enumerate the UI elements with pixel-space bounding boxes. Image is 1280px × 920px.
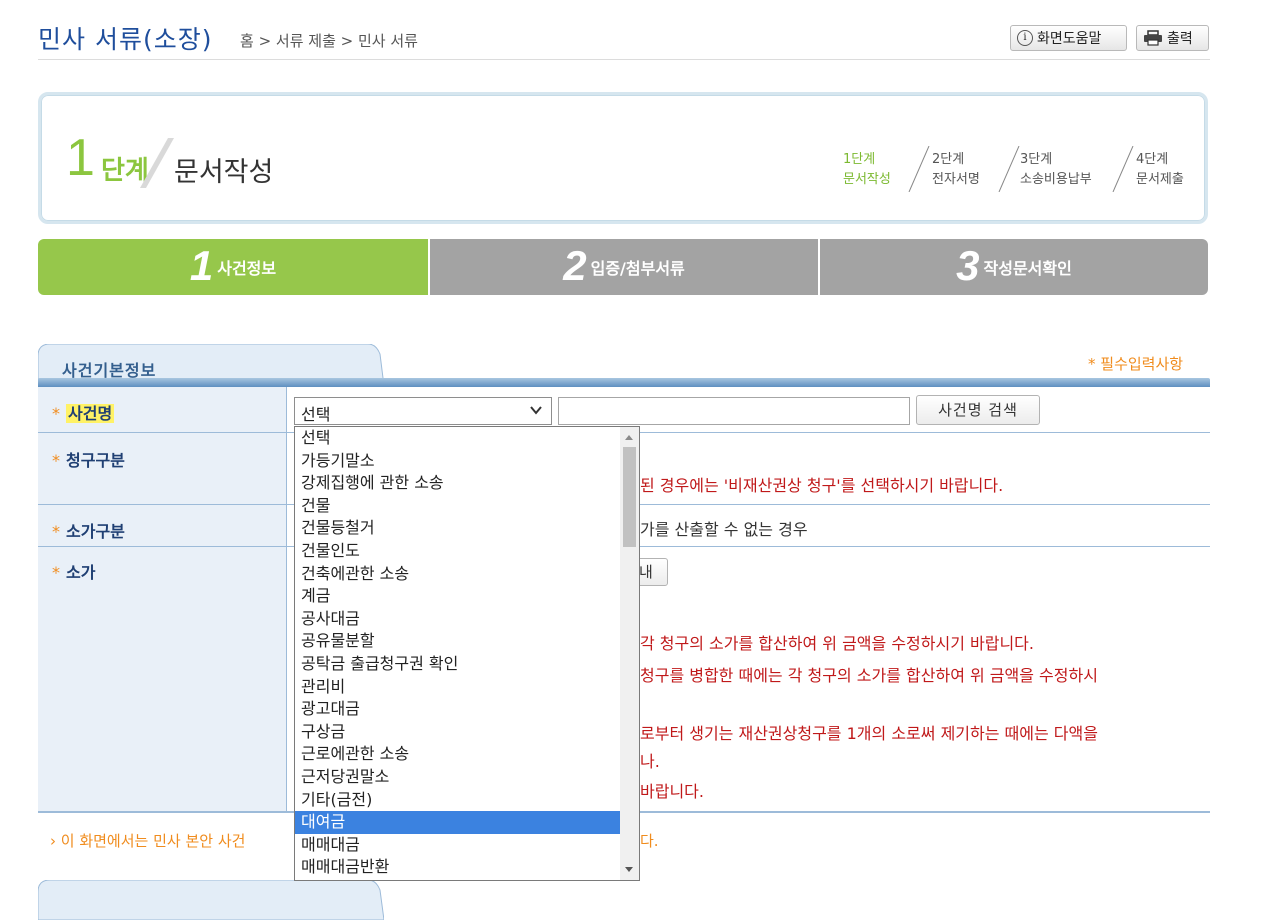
print-button-label: 출력 [1167, 31, 1193, 47]
mini-step-1-name: 문서작성 [843, 172, 891, 187]
scroll-down-arrow-icon[interactable] [625, 867, 633, 872]
required-star: * [52, 563, 60, 582]
step-slash-decoration [140, 138, 174, 188]
required-star: * [52, 451, 60, 470]
tab-2-number: 2 [563, 242, 587, 289]
required-star: * [52, 404, 60, 423]
step-separator [908, 146, 930, 192]
required-star: * [52, 522, 60, 541]
dropdown-option[interactable]: 공유물분할 [295, 630, 620, 653]
tab-review-documents[interactable]: 3 작성문서확인 [820, 239, 1208, 295]
dropdown-scrollbar[interactable] [620, 427, 639, 880]
dropdown-option[interactable]: 강제집행에 관한 소송 [295, 472, 620, 495]
next-section-tab-shape [38, 880, 384, 920]
mini-step-2-name: 전자서명 [932, 172, 980, 187]
value-note-2: 청구를 병합한 때에는 각 청구의 소가를 합산하여 위 금액을 수정하시 [640, 666, 1098, 685]
case-name-search-button[interactable]: 사건명 검색 [916, 395, 1040, 425]
mini-step-4-name: 문서제출 [1136, 172, 1184, 187]
tab-case-info[interactable]: 1 사건정보 [38, 239, 428, 295]
mini-step-4: 4단계 문서제출 [1136, 150, 1184, 190]
dropdown-option[interactable]: 공탁금 출급청구권 확인 [295, 653, 620, 676]
dropdown-option[interactable]: 매매대금 [295, 834, 620, 857]
scroll-up-arrow-icon[interactable] [625, 435, 633, 440]
dropdown-option[interactable]: 광고대금 [295, 698, 620, 721]
claim-type-label: * 청구구분 [52, 447, 125, 471]
printer-icon [1144, 30, 1162, 46]
dropdown-option[interactable]: 건물 [295, 495, 620, 518]
mini-step-2: 2단계 전자서명 [932, 150, 980, 190]
value-note-1: 각 청구의 소가를 합산하여 위 금액을 수정하시기 바랍니다. [640, 634, 1034, 653]
claim-type-note: 된 경우에는 '비재산권상 청구'를 선택하시기 바랍니다. [640, 476, 1004, 495]
case-name-select[interactable]: 선택 [294, 397, 552, 425]
value-text: 소가 [66, 563, 96, 582]
print-button[interactable]: 출력 [1136, 25, 1209, 51]
dropdown-option[interactable]: 건물등철거 [295, 517, 620, 540]
dropdown-option[interactable]: 기타(금전) [295, 789, 620, 812]
dropdown-option[interactable]: 계금 [295, 585, 620, 608]
help-button[interactable]: i 화면도움말 [1010, 25, 1127, 51]
header-divider [38, 59, 1210, 60]
section-header-bar [38, 378, 1210, 387]
case-name-input[interactable] [558, 397, 910, 425]
dropdown-option[interactable]: 건축에관한 소송 [295, 563, 620, 586]
page-title: 민사 서류(소장) [38, 25, 213, 54]
case-name-label: * 사건명 [52, 400, 115, 424]
value-note-4: 바랍니다. [640, 782, 704, 801]
required-fields-note: * 필수입력사항 [1088, 355, 1184, 373]
current-step-number: 1 [66, 129, 95, 187]
mini-step-1: 1단계 문서작성 [843, 150, 891, 190]
mini-step-3-label: 3단계 [1020, 152, 1053, 167]
dropdown-option[interactable]: 대여금 [295, 811, 620, 834]
case-name-text: 사건명 [66, 404, 115, 423]
mini-step-1-label: 1단계 [843, 152, 876, 167]
dropdown-option[interactable]: 매매대금반환 [295, 856, 620, 879]
mini-step-4-label: 4단계 [1136, 152, 1169, 167]
step-separator [1112, 146, 1134, 192]
value-note-3-cont: 나. [640, 752, 660, 771]
value-type-label: * 소가구분 [52, 518, 125, 542]
mini-step-2-label: 2단계 [932, 152, 965, 167]
tab-3-label: 작성문서확인 [983, 259, 1072, 278]
dropdown-option[interactable]: 근로에관한 소송 [295, 743, 620, 766]
bottom-info-note-tail: 다. [640, 832, 659, 850]
dropdown-option[interactable]: 가등기말소 [295, 450, 620, 473]
tab-1-label: 사건정보 [217, 259, 277, 278]
tab-1-number: 1 [189, 242, 214, 289]
info-icon: i [1017, 30, 1033, 46]
tab-evidence-documents[interactable]: 2 입증/첨부서류 [430, 239, 818, 295]
case-name-dropdown-list[interactable]: 선택 가등기말소 강제집행에 관한 소송 건물 건물등철거 건물인도 건축에관한 소송 계금 공… [294, 426, 640, 881]
step-separator [998, 146, 1020, 192]
dropdown-option[interactable]: 선택 [295, 427, 620, 450]
chevron-down-icon [530, 406, 542, 415]
dropdown-options: 선택 가등기말소 강제집행에 관한 소송 건물 건물등철거 건물인도 건축에관한 소송 계금 공… [295, 427, 620, 879]
breadcrumb: 홈 > 서류 제출 > 민사 서류 [240, 32, 418, 50]
dropdown-option[interactable]: 근저당권말소 [295, 766, 620, 789]
help-button-label: 화면도움말 [1037, 31, 1102, 47]
dropdown-option[interactable]: 구상금 [295, 721, 620, 744]
value-type-option-text: 가를 산출할 수 없는 경우 [640, 520, 808, 539]
value-label: * 소가 [52, 559, 95, 583]
column-divider [286, 387, 287, 812]
claim-type-text: 청구구분 [66, 451, 125, 470]
mini-step-3: 3단계 소송비용납부 [1020, 150, 1092, 190]
value-note-3: 로부터 생기는 재산권상청구를 1개의 소로써 제기하는 때에는 다액을 [640, 724, 1098, 743]
value-type-text: 소가구분 [66, 522, 125, 541]
dropdown-option[interactable]: 건물인도 [295, 540, 620, 563]
tab-2-label: 입증/첨부서류 [590, 259, 685, 278]
scrollbar-thumb[interactable] [623, 447, 636, 547]
dropdown-option[interactable]: 관리비 [295, 676, 620, 699]
case-select-value: 선택 [301, 405, 331, 424]
bottom-info-note: › 이 화면에서는 민사 본안 사건 [50, 832, 246, 850]
current-step-title: 문서작성 [174, 157, 274, 188]
mini-step-3-name: 소송비용납부 [1020, 172, 1092, 187]
dropdown-option[interactable]: 공사대금 [295, 608, 620, 631]
tab-3-number: 3 [956, 242, 980, 289]
